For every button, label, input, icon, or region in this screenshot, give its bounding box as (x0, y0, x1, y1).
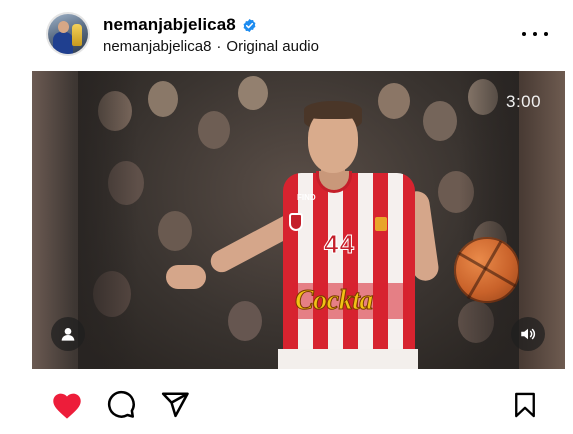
share-button[interactable] (158, 388, 192, 422)
avatar[interactable] (46, 12, 90, 56)
player-hand (166, 265, 206, 289)
audio-label[interactable]: Original audio (226, 38, 319, 55)
avatar-image (48, 14, 88, 54)
separator: · (216, 38, 222, 55)
speaker-icon (521, 328, 536, 340)
action-bar (0, 380, 573, 430)
video-player[interactable]: FIND 44 Cockta 3:00 (32, 71, 565, 369)
jersey-brand: FIND (297, 193, 316, 202)
player-jersey (283, 173, 415, 369)
video-frame: FIND 44 Cockta (78, 71, 519, 369)
bookmark-icon (515, 392, 535, 418)
video-duration: 3:00 (506, 92, 542, 111)
username[interactable]: nemanjabjelica8 (103, 15, 236, 35)
username-row: nemanjabjelica8 (103, 14, 257, 36)
like-button[interactable] (50, 388, 84, 422)
verified-badge-icon (243, 18, 256, 32)
comment-button[interactable] (104, 388, 138, 422)
club-crest-icon (289, 213, 303, 231)
tagged-users-button[interactable] (51, 317, 85, 351)
save-button[interactable] (508, 388, 542, 422)
league-logo-icon (375, 217, 387, 231)
audio-line: nemanjabjelica8 · Original audio (103, 38, 319, 55)
audio-owner[interactable]: nemanjabjelica8 (103, 38, 211, 55)
more-options-icon[interactable] (522, 24, 548, 44)
person-icon (61, 328, 75, 341)
jersey-sponsor: Cockta (295, 285, 374, 317)
heart-icon (53, 393, 81, 419)
share-icon (161, 392, 189, 418)
jersey-number: 44 (324, 229, 355, 260)
post-header: nemanjabjelica8 nemanjabjelica8 · Origin… (0, 0, 573, 68)
comment-icon (107, 390, 135, 418)
sound-toggle-button[interactable] (511, 317, 545, 351)
